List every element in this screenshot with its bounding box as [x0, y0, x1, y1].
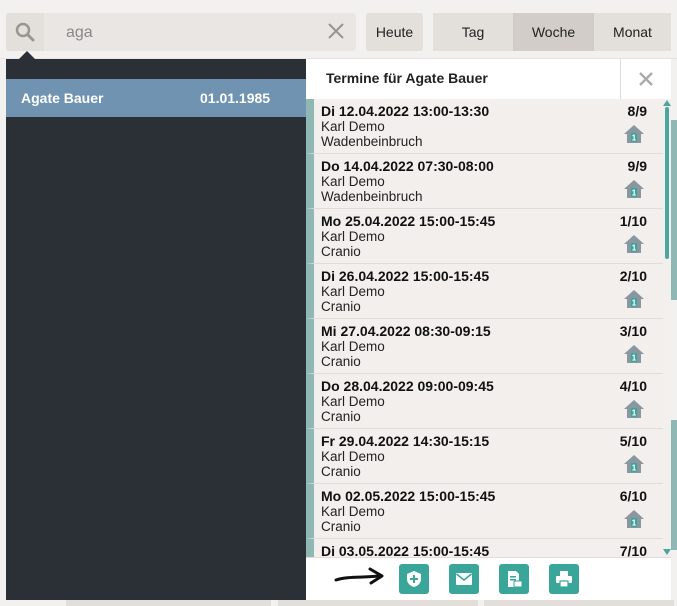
- home-visit-icon: 1: [624, 290, 644, 308]
- appointments-panel: Termine für Agate Bauer Di 12.04.2022 13…: [306, 59, 671, 600]
- appointment-item[interactable]: Mo 02.05.2022 15:00-15:45 Karl Demo Cran…: [306, 484, 663, 539]
- calendar-event-strip: [671, 420, 677, 550]
- appointment-treatment: Cranio: [321, 409, 361, 424]
- calendar-column: [278, 600, 478, 606]
- tab-week[interactable]: Woche: [514, 13, 594, 51]
- appointment-therapist: Karl Demo: [321, 394, 385, 409]
- home-visit-icon: 1: [624, 345, 644, 363]
- appointment-treatment: Cranio: [321, 354, 361, 369]
- appointment-count: 7/10: [619, 543, 647, 557]
- appointment-date: Fr 29.04.2022 14:30-15:15: [321, 433, 490, 449]
- email-icon: [456, 573, 472, 585]
- appointment-item[interactable]: Di 03.05.2022 15:00-15:45 7/10: [306, 539, 663, 557]
- tab-day[interactable]: Tag: [433, 13, 514, 51]
- patient-result-row[interactable]: Agate Bauer 01.01.1985: [6, 79, 306, 117]
- appointment-treatment: Cranio: [321, 519, 361, 534]
- search-results-panel: Agate Bauer 01.01.1985: [6, 59, 306, 600]
- view-switcher: Tag Woche Monat: [433, 13, 671, 51]
- appointment-therapist: Karl Demo: [321, 449, 385, 464]
- appointment-count: 5/10: [619, 433, 647, 449]
- appointment-treatment: Wadenbeinbruch: [321, 134, 423, 149]
- patient-name: Agate Bauer: [21, 90, 104, 106]
- home-visit-icon: 1: [624, 400, 644, 418]
- appointment-item[interactable]: Fr 29.04.2022 14:30-15:15 Karl Demo Cran…: [306, 429, 663, 484]
- appointments-footer: [306, 557, 671, 600]
- popover-pointer: [19, 51, 35, 59]
- search-button[interactable]: [6, 13, 44, 51]
- home-visit-icon: 1: [624, 455, 644, 473]
- appointments-header: Termine für Agate Bauer: [306, 59, 671, 99]
- svg-text:1: 1: [632, 519, 637, 528]
- tab-month[interactable]: Monat: [594, 13, 671, 51]
- new-prescription-icon: [407, 571, 421, 587]
- close-button[interactable]: [620, 59, 671, 99]
- appointment-date: Mo 02.05.2022 15:00-15:45: [321, 488, 496, 504]
- appointment-item[interactable]: Mi 27.04.2022 08:30-09:15 Karl Demo Cran…: [306, 319, 663, 374]
- svg-text:1: 1: [632, 244, 637, 253]
- search-input[interactable]: [66, 22, 316, 44]
- appointment-count: 2/10: [619, 268, 647, 284]
- appointment-therapist: Karl Demo: [321, 284, 385, 299]
- calendar-column: [484, 600, 674, 606]
- print-button[interactable]: [549, 564, 579, 594]
- scroll-thumb[interactable]: [665, 107, 669, 259]
- appointment-count: 6/10: [619, 488, 647, 504]
- svg-text:1: 1: [632, 299, 637, 308]
- print-icon: [556, 571, 572, 588]
- scroll-up-icon[interactable]: [663, 100, 671, 106]
- appointments-scrollbar[interactable]: [663, 99, 671, 557]
- calendar-event-strip: [671, 120, 677, 300]
- appointment-count: 1/10: [619, 213, 647, 229]
- new-prescription-button[interactable]: [399, 564, 429, 594]
- appointment-item[interactable]: Di 12.04.2022 13:00-13:30 Karl Demo Wade…: [306, 99, 663, 154]
- appointment-date: Di 03.05.2022 15:00-15:45: [321, 543, 490, 557]
- appointment-treatment: Cranio: [321, 464, 361, 479]
- appointment-treatment: Wadenbeinbruch: [321, 189, 423, 204]
- appointment-count: 9/9: [627, 158, 647, 174]
- svg-text:1: 1: [632, 409, 637, 418]
- home-visit-icon: 1: [624, 180, 644, 198]
- close-icon: [639, 72, 653, 86]
- scroll-down-icon[interactable]: [663, 549, 671, 555]
- appointment-therapist: Karl Demo: [321, 119, 385, 134]
- appointments-title: Termine für Agate Bauer: [326, 70, 488, 86]
- home-visit-icon: 1: [624, 510, 644, 528]
- appointment-count: 4/10: [619, 378, 647, 394]
- appointment-therapist: Karl Demo: [321, 339, 385, 354]
- appointment-item[interactable]: Mo 25.04.2022 15:00-15:45 Karl Demo Cran…: [306, 209, 663, 264]
- patient-birthdate: 01.01.1985: [200, 90, 271, 106]
- svg-text:1: 1: [632, 189, 637, 198]
- appointment-count: 8/9: [627, 103, 647, 119]
- search-icon: [15, 22, 35, 42]
- arrow-annotation-icon: [334, 567, 384, 585]
- appointment-date: Mo 25.04.2022 15:00-15:45: [321, 213, 496, 229]
- appointment-therapist: Karl Demo: [321, 229, 385, 244]
- home-visit-icon: 1: [624, 235, 644, 253]
- email-button[interactable]: [449, 564, 479, 594]
- svg-text:1: 1: [632, 354, 637, 363]
- appointment-date: Di 26.04.2022 15:00-15:45: [321, 268, 490, 284]
- appointment-treatment: Cranio: [321, 244, 361, 259]
- appointment-item[interactable]: Di 26.04.2022 15:00-15:45 Karl Demo Cran…: [306, 264, 663, 319]
- appointments-list: Di 12.04.2022 13:00-13:30 Karl Demo Wade…: [306, 99, 663, 557]
- appointment-date: Do 14.04.2022 07:30-08:00: [321, 158, 494, 174]
- home-visit-icon: 1: [624, 125, 644, 143]
- appointment-therapist: Karl Demo: [321, 504, 385, 519]
- clear-search-icon[interactable]: [326, 21, 346, 41]
- appointment-count: 3/10: [619, 323, 647, 339]
- today-button[interactable]: Heute: [366, 13, 423, 51]
- appointment-date: Do 28.04.2022 09:00-09:45: [321, 378, 494, 394]
- appointment-date: Di 12.04.2022 13:00-13:30: [321, 103, 490, 119]
- svg-text:1: 1: [632, 134, 637, 143]
- svg-text:1: 1: [632, 464, 637, 473]
- calendar-column: [66, 600, 271, 606]
- document-icon: [508, 571, 523, 588]
- appointment-date: Mi 27.04.2022 08:30-09:15: [321, 323, 491, 339]
- search-field: [44, 13, 356, 51]
- document-button[interactable]: [499, 564, 529, 594]
- appointment-therapist: Karl Demo: [321, 174, 385, 189]
- appointment-item[interactable]: Do 28.04.2022 09:00-09:45 Karl Demo Cran…: [306, 374, 663, 429]
- appointment-treatment: Cranio: [321, 299, 361, 314]
- appointment-item[interactable]: Do 14.04.2022 07:30-08:00 Karl Demo Wade…: [306, 154, 663, 209]
